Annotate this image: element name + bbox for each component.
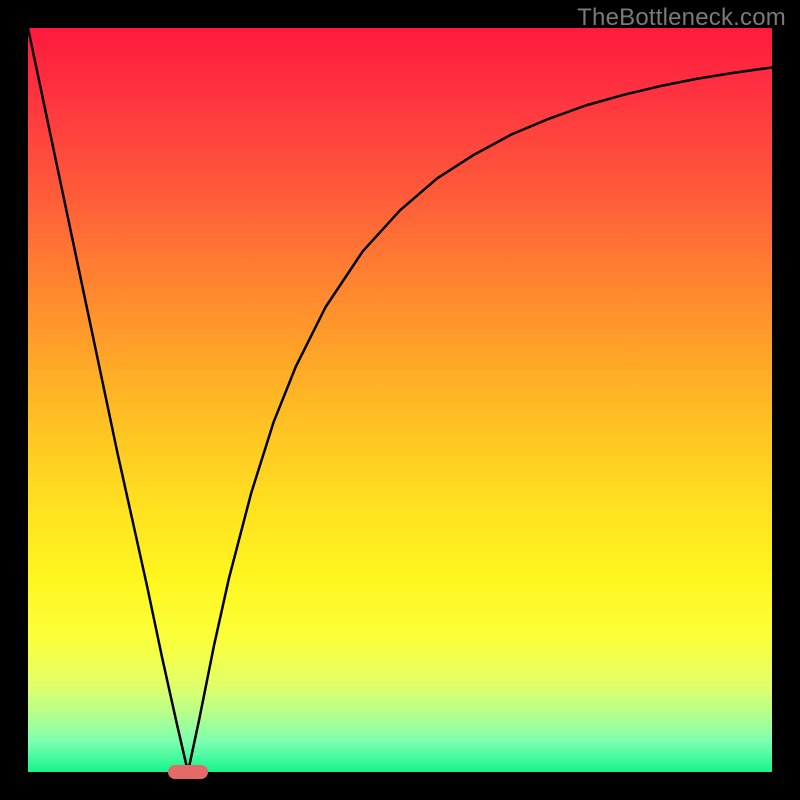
optimal-marker (168, 765, 208, 779)
bottleneck-curve (28, 28, 772, 772)
curve-svg (28, 28, 772, 772)
plot-area (28, 28, 772, 772)
chart-frame: TheBottleneck.com (0, 0, 800, 800)
